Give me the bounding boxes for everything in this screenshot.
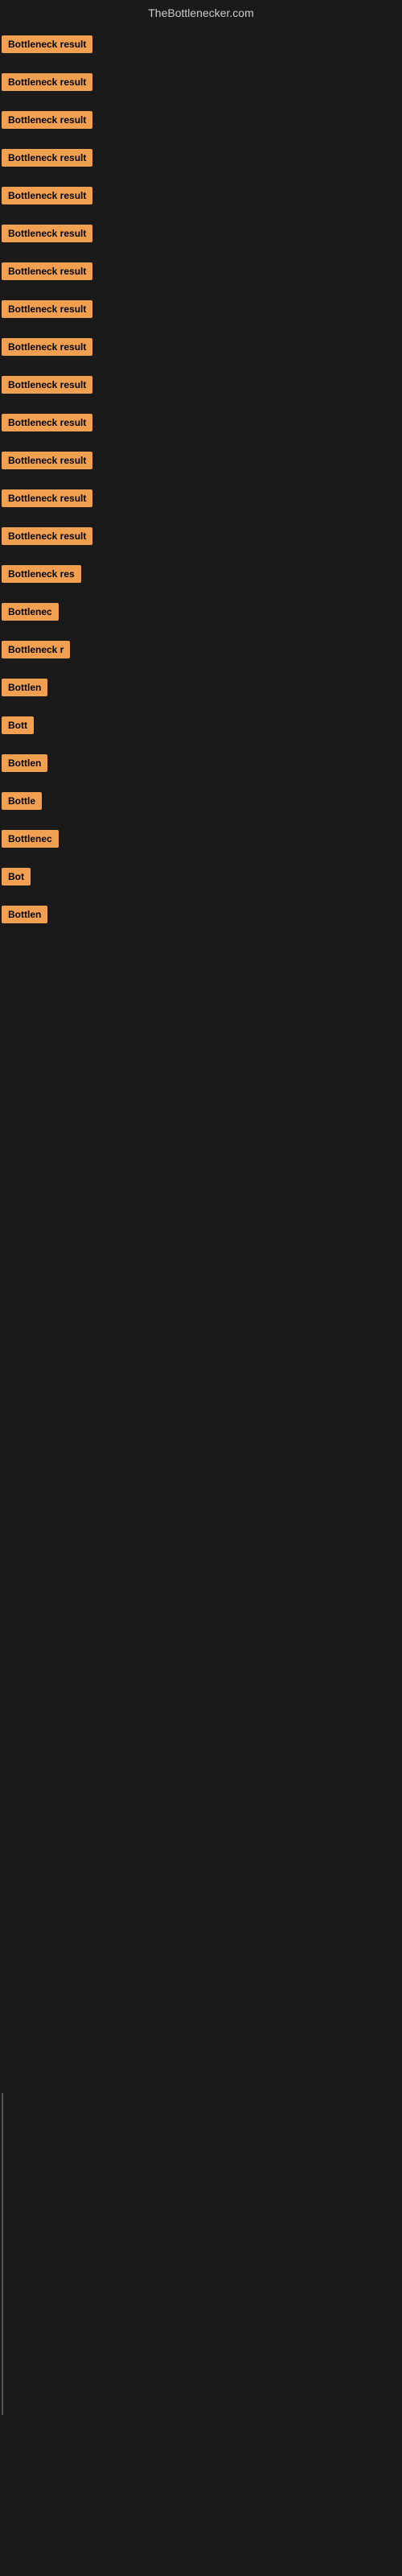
bottleneck-badge[interactable]: Bottleneck result	[2, 376, 92, 394]
list-item[interactable]: Bottleneck result	[0, 332, 402, 366]
list-item[interactable]: Bottleneck result	[0, 67, 402, 101]
list-item[interactable]: Bott	[0, 710, 402, 745]
list-item[interactable]: Bottleneck result	[0, 369, 402, 404]
bottleneck-badge[interactable]: Bott	[2, 716, 34, 734]
bottleneck-badge[interactable]: Bottleneck result	[2, 338, 92, 356]
list-item[interactable]: Bottleneck result	[0, 180, 402, 215]
bottleneck-badge[interactable]: Bottle	[2, 792, 42, 810]
list-item[interactable]: Bottleneck result	[0, 256, 402, 291]
list-item[interactable]: Bottleneck result	[0, 218, 402, 253]
bottleneck-badge[interactable]: Bottleneck result	[2, 111, 92, 129]
bottleneck-badge[interactable]: Bottlen	[2, 754, 47, 772]
bottleneck-badge[interactable]: Bottleneck result	[2, 187, 92, 204]
bottleneck-badge[interactable]: Bottlenec	[2, 603, 59, 621]
bottleneck-badge[interactable]: Bottlen	[2, 679, 47, 696]
list-item[interactable]: Bottleneck result	[0, 445, 402, 480]
bottleneck-badge[interactable]: Bot	[2, 868, 31, 886]
list-item[interactable]: Bottleneck result	[0, 142, 402, 177]
site-title: TheBottlenecker.com	[0, 0, 402, 26]
list-item[interactable]: Bottlen	[0, 748, 402, 782]
list-item[interactable]: Bottleneck result	[0, 521, 402, 555]
bottleneck-badge[interactable]: Bottleneck result	[2, 452, 92, 469]
site-title-text: TheBottlenecker.com	[148, 6, 254, 19]
bottleneck-badge[interactable]: Bottleneck result	[2, 149, 92, 167]
bottleneck-badge[interactable]: Bottleneck result	[2, 225, 92, 242]
list-item[interactable]: Bottle	[0, 786, 402, 820]
list-item[interactable]: Bottlenec	[0, 824, 402, 858]
list-item[interactable]: Bottlen	[0, 672, 402, 707]
bottleneck-badge[interactable]: Bottlen	[2, 906, 47, 923]
list-item[interactable]: Bottleneck res	[0, 559, 402, 593]
list-item[interactable]: Bottlen	[0, 899, 402, 934]
bottleneck-badge[interactable]: Bottlenec	[2, 830, 59, 848]
list-item[interactable]: Bottleneck r	[0, 634, 402, 669]
bottleneck-badge[interactable]: Bottleneck result	[2, 35, 92, 53]
list-item[interactable]: Bottlenec	[0, 597, 402, 631]
bottleneck-list: Bottleneck result Bottleneck result Bottle…	[0, 26, 402, 940]
list-item[interactable]: Bot	[0, 861, 402, 896]
list-item[interactable]: Bottleneck result	[0, 483, 402, 518]
bottleneck-badge[interactable]: Bottleneck res	[2, 565, 81, 583]
bottleneck-badge[interactable]: Bottleneck result	[2, 300, 92, 318]
vertical-line-decoration	[2, 2093, 3, 2415]
bottleneck-badge[interactable]: Bottleneck result	[2, 262, 92, 280]
bottleneck-badge[interactable]: Bottleneck result	[2, 73, 92, 91]
bottleneck-badge[interactable]: Bottleneck result	[2, 489, 92, 507]
bottleneck-badge[interactable]: Bottleneck result	[2, 527, 92, 545]
bottleneck-badge[interactable]: Bottleneck r	[2, 641, 70, 658]
list-item[interactable]: Bottleneck result	[0, 407, 402, 442]
list-item[interactable]: Bottleneck result	[0, 29, 402, 64]
list-item[interactable]: Bottleneck result	[0, 105, 402, 139]
list-item[interactable]: Bottleneck result	[0, 294, 402, 328]
bottleneck-badge[interactable]: Bottleneck result	[2, 414, 92, 431]
